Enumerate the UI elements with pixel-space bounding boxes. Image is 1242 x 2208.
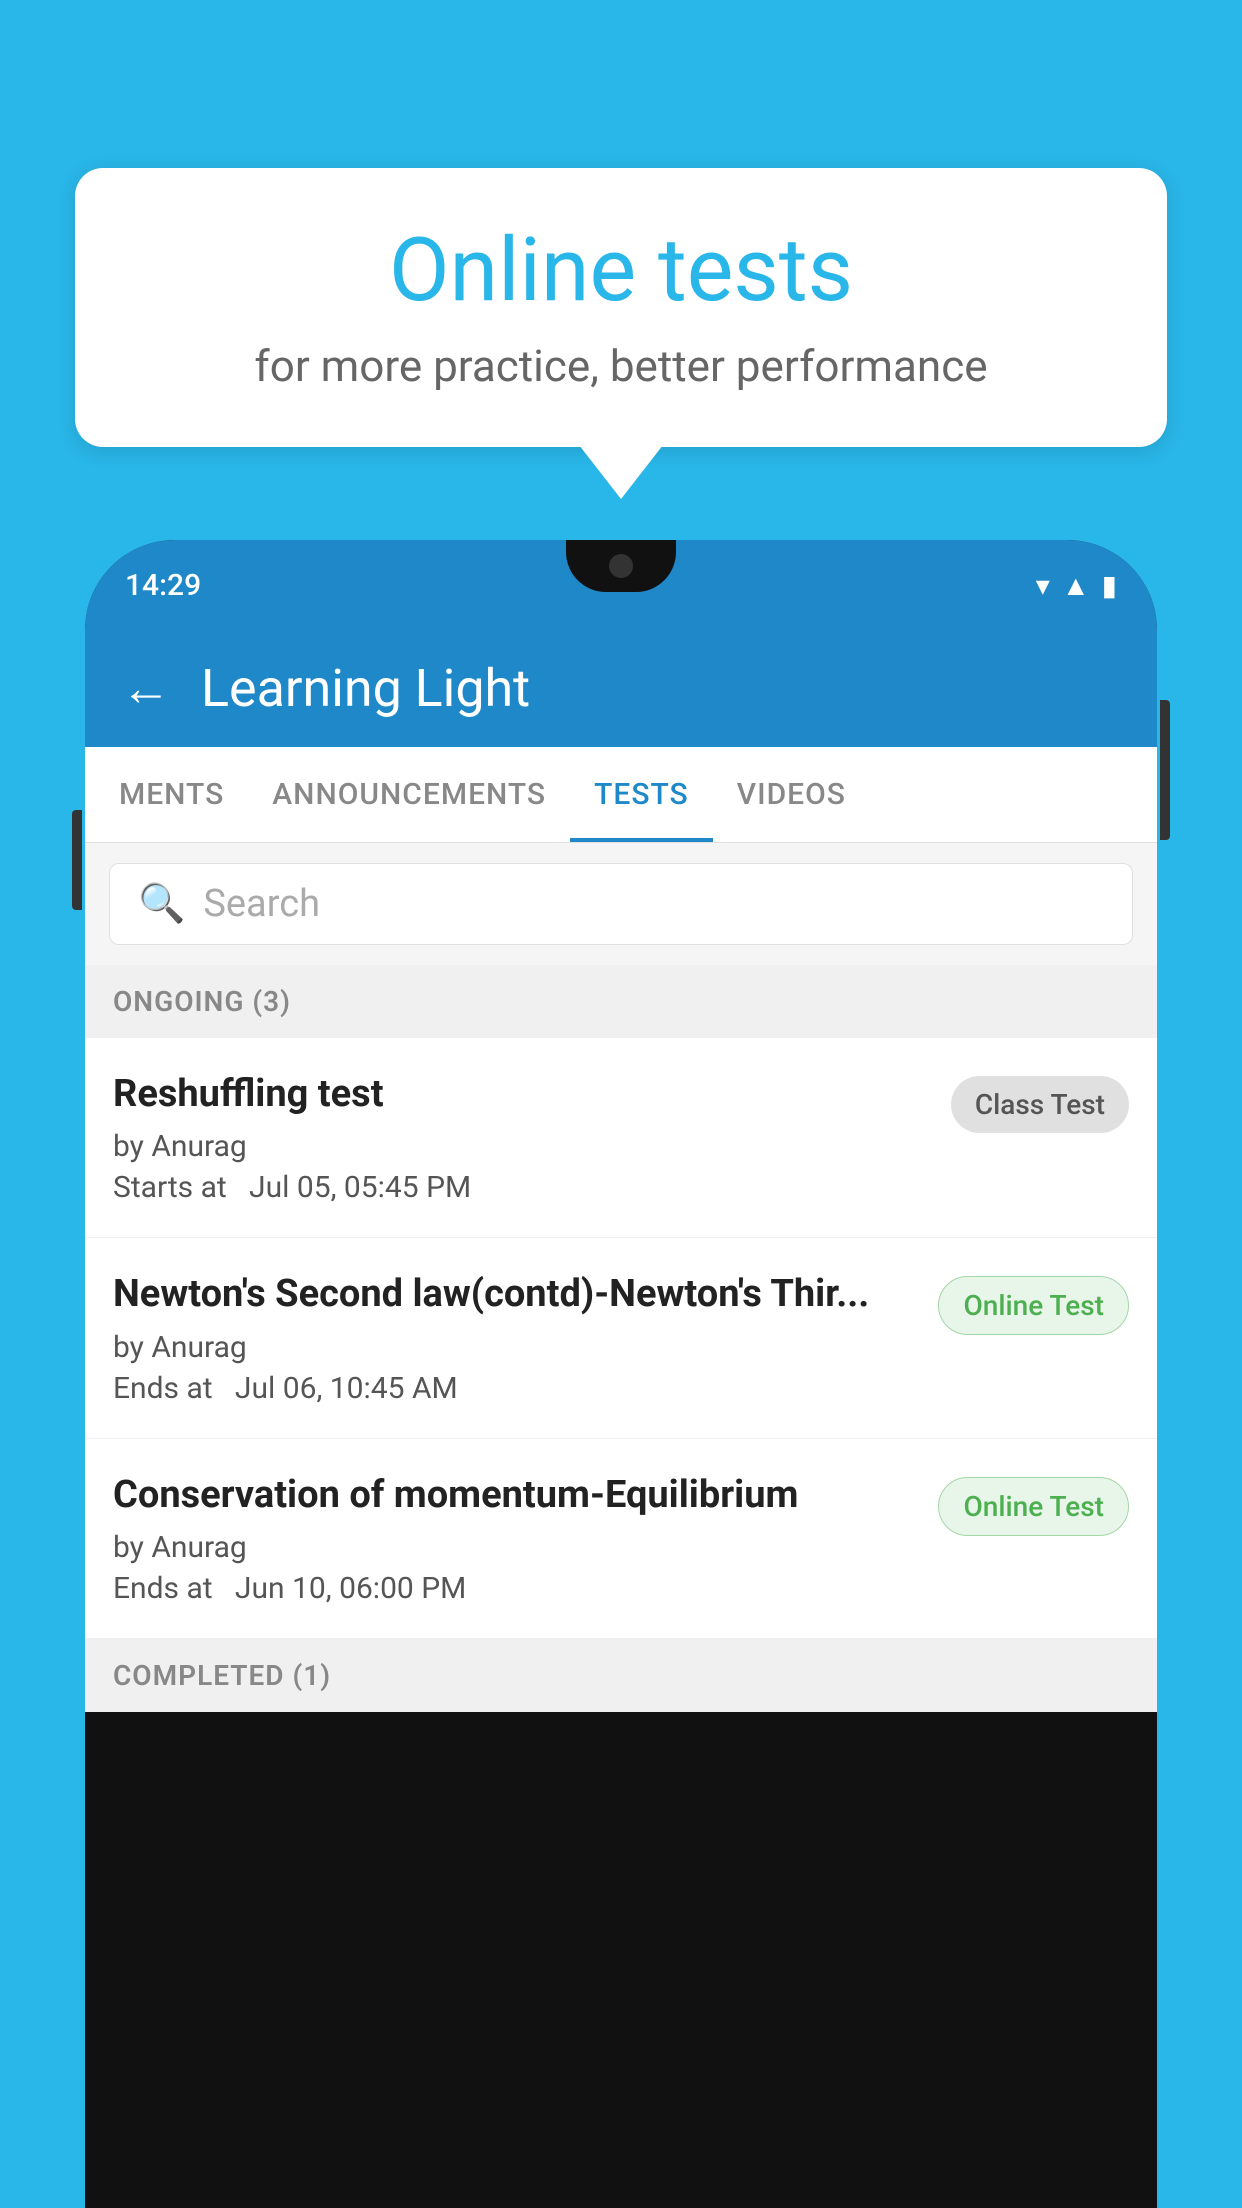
ongoing-section-header: ONGOING (3) (85, 965, 1157, 1038)
test-item-3[interactable]: Conservation of momentum-Equilibrium by … (85, 1439, 1157, 1639)
test-name-1: Reshuffling test (113, 1070, 931, 1119)
tab-ments[interactable]: MENTS (95, 747, 248, 842)
back-button[interactable]: ← (121, 664, 171, 714)
phone-notch (566, 540, 676, 592)
search-icon: 🔍 (138, 882, 185, 926)
front-camera (609, 554, 633, 578)
test-info-2: Newton's Second law(contd)-Newton's Thir… (113, 1270, 918, 1405)
app-title: Learning Light (201, 658, 530, 719)
test-date-3: Ends at Jun 10, 06:00 PM (113, 1571, 918, 1606)
status-bar: 14:29 ▾ ▲ ▮ (85, 540, 1157, 630)
test-author-3: by Anurag (113, 1530, 918, 1565)
bubble-subtitle: for more practice, better performance (135, 340, 1107, 392)
test-author-2: by Anurag (113, 1330, 918, 1365)
tab-videos[interactable]: VIDEOS (713, 747, 870, 842)
test-date-1: Starts at Jul 05, 05:45 PM (113, 1170, 931, 1205)
search-placeholder: Search (203, 882, 320, 926)
test-item-2[interactable]: Newton's Second law(contd)-Newton's Thir… (85, 1238, 1157, 1438)
phone-power-button (1160, 700, 1170, 840)
search-container: 🔍 Search (85, 843, 1157, 965)
tabs-bar: MENTS ANNOUNCEMENTS TESTS VIDEOS (85, 747, 1157, 843)
wifi-icon: ▾ (1036, 569, 1050, 602)
test-badge-1: Class Test (951, 1076, 1129, 1133)
status-time: 14:29 (125, 568, 201, 603)
completed-section-header: COMPLETED (1) (85, 1639, 1157, 1712)
tab-tests[interactable]: TESTS (570, 747, 713, 842)
phone-volume-button (72, 810, 82, 910)
signal-icon: ▲ (1062, 569, 1090, 602)
test-date-2: Ends at Jul 06, 10:45 AM (113, 1371, 918, 1406)
search-box[interactable]: 🔍 Search (109, 863, 1133, 945)
test-list: Reshuffling test by Anurag Starts at Jul… (85, 1038, 1157, 1639)
test-info-3: Conservation of momentum-Equilibrium by … (113, 1471, 918, 1606)
test-name-3: Conservation of momentum-Equilibrium (113, 1471, 918, 1520)
speech-bubble: Online tests for more practice, better p… (75, 168, 1167, 447)
status-icons: ▾ ▲ ▮ (1036, 569, 1117, 602)
test-badge-2: Online Test (938, 1276, 1129, 1335)
battery-icon: ▮ (1102, 569, 1117, 602)
test-info-1: Reshuffling test by Anurag Starts at Jul… (113, 1070, 931, 1205)
test-item-1[interactable]: Reshuffling test by Anurag Starts at Jul… (85, 1038, 1157, 1238)
test-author-1: by Anurag (113, 1129, 931, 1164)
test-badge-3: Online Test (938, 1477, 1129, 1536)
test-name-2: Newton's Second law(contd)-Newton's Thir… (113, 1270, 918, 1319)
phone-frame: 14:29 ▾ ▲ ▮ ← Learning Light MENTS ANNOU… (85, 540, 1157, 2208)
bubble-title: Online tests (135, 223, 1107, 320)
tab-announcements[interactable]: ANNOUNCEMENTS (248, 747, 570, 842)
app-header: ← Learning Light (85, 630, 1157, 747)
